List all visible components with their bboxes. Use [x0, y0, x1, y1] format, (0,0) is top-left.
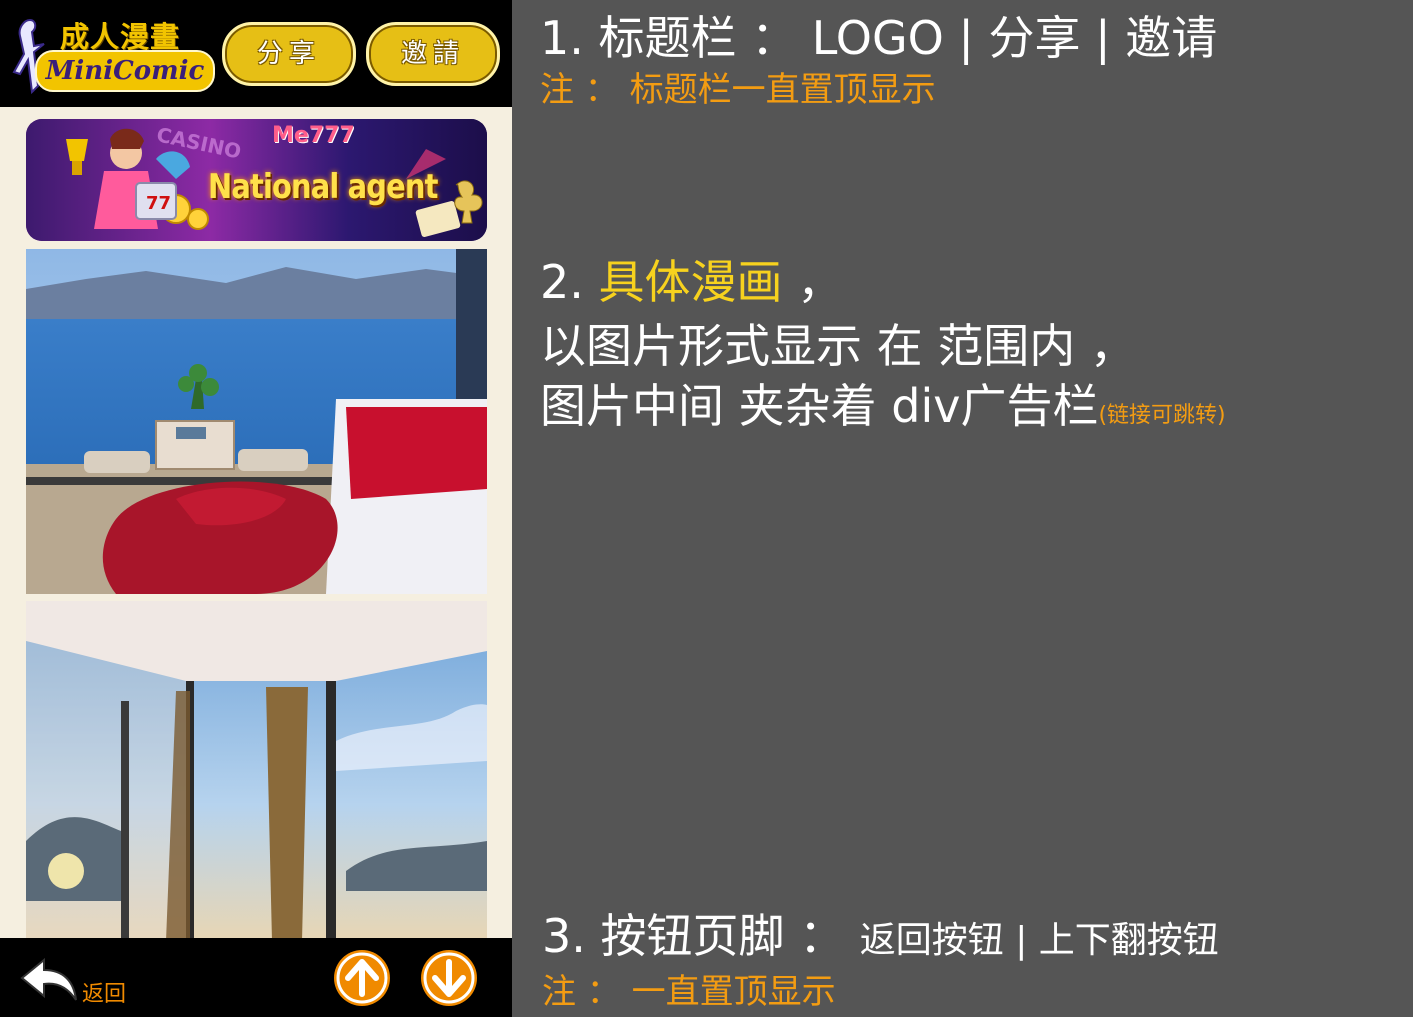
- title-bar: 成人漫畫 MiniComic 分享 邀請: [0, 0, 512, 107]
- invite-button[interactable]: 邀請: [366, 22, 500, 86]
- back-label: 返回: [82, 982, 127, 1007]
- share-button[interactable]: 分享: [222, 22, 356, 86]
- note-1-remark: 注 ： 标题栏一直置顶显示: [540, 70, 936, 110]
- note-1-title: 1. 标题栏 ： LOGO | 分享 | 邀请: [540, 11, 1218, 65]
- page-down-button[interactable]: [421, 950, 477, 1006]
- arrow-up-icon: [336, 952, 388, 1004]
- note-3-title: 3. 按钮页脚 ： 返回按钮 | 上下翻按钮: [542, 900, 1219, 966]
- annotation-panel: 1. 标题栏 ： LOGO | 分享 | 邀请 注 ： 标题栏一直置顶显示 2.…: [512, 0, 1413, 1017]
- arrow-down-icon: [423, 952, 475, 1004]
- note-2-suffix: ，: [782, 255, 844, 309]
- note-2-title: 2. 具体漫画 ，: [540, 246, 843, 312]
- note-2-small-remark: (链接可跳转): [1098, 403, 1226, 428]
- comic-image-sunset-room: [26, 601, 487, 941]
- comic-page-image-2: [26, 601, 487, 941]
- comic-image-lake-room: [26, 249, 487, 594]
- phone-preview: 成人漫畫 MiniComic 分享 邀請 77 CASINO Me777 Nat…: [0, 0, 512, 1017]
- svg-text:77: 77: [146, 193, 171, 214]
- ad-headline: National agent: [208, 167, 438, 207]
- page-up-button[interactable]: [334, 950, 390, 1006]
- note-2-line-3-text: 图片中间 夹杂着 div广告栏: [540, 379, 1099, 433]
- note-3-detail: 返回按钮 | 上下翻按钮: [859, 920, 1219, 961]
- note-3-remark: 注 ： 一直置顶显示: [542, 972, 836, 1012]
- note-2-highlight: 具体漫画: [598, 255, 783, 309]
- note-2-line-2: 以图片形式显示 在 范围内 ，: [540, 319, 1136, 373]
- logo-english-text: MiniComic: [35, 50, 215, 92]
- note-2-prefix: 2.: [540, 255, 599, 309]
- comic-page-image: [26, 249, 487, 594]
- ad-brand-text: Me777: [272, 123, 355, 148]
- footer-bar: 返回: [0, 938, 512, 1017]
- ad-banner[interactable]: 77 CASINO Me777 National agent: [26, 119, 487, 241]
- note-3-title-text: 3. 按钮页脚 ：: [542, 909, 860, 963]
- minicomic-logo[interactable]: 成人漫畫 MiniComic: [10, 12, 215, 96]
- note-2-line-3: 图片中间 夹杂着 div广告栏(链接可跳转): [540, 370, 1226, 436]
- back-arrow-icon: [20, 957, 77, 1001]
- back-button[interactable]: 返回: [18, 956, 133, 1007]
